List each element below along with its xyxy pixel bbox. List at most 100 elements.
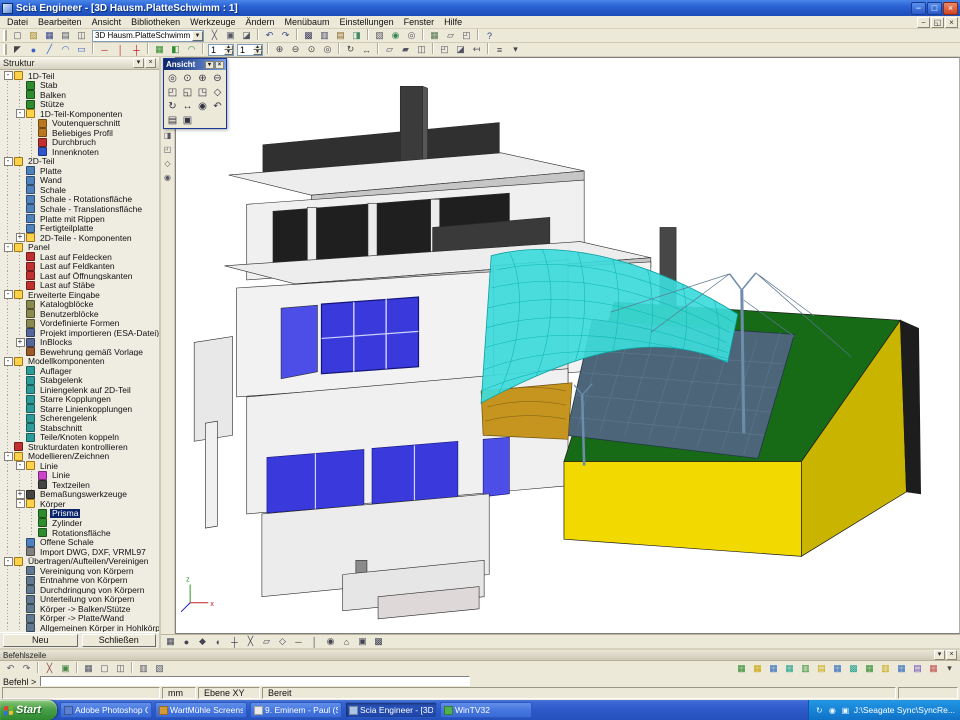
status-units[interactable]: mm	[162, 687, 196, 699]
close-icon[interactable]: ×	[145, 58, 156, 68]
menu-item[interactable]: Bibliotheken	[126, 17, 185, 27]
minimize-icon[interactable]: −	[911, 2, 926, 15]
plane-xz-icon[interactable]: ◇	[275, 635, 290, 648]
clip-box-icon[interactable]: ◰	[437, 43, 452, 56]
document-icon[interactable]: ▤	[333, 29, 348, 42]
tree-item[interactable]: Prisma	[2, 509, 159, 519]
result-grid-icon[interactable]: ▦	[862, 662, 877, 675]
chevron-down-icon[interactable]: ▼	[253, 50, 262, 55]
tree-item[interactable]: Starre Linienkopplungen	[2, 404, 159, 414]
axonometric-view-icon[interactable]: ◇	[210, 85, 225, 99]
tree-item[interactable]: -Erweiterte Eingabe	[2, 290, 159, 300]
line-tool-icon[interactable]: ╱	[42, 43, 57, 56]
tree-item[interactable]: +2D-Teile - Komponenten	[2, 233, 159, 243]
axo-view-icon[interactable]: ◇	[162, 157, 174, 169]
cut-icon[interactable]: ╳	[207, 29, 222, 42]
node-tool-icon[interactable]: ●	[26, 43, 41, 56]
tree-item[interactable]: Textzeilen	[2, 480, 159, 490]
tree-item[interactable]: Unterteilung von Körpern	[2, 594, 159, 604]
tree-item[interactable]: Katalogblöcke	[2, 299, 159, 309]
scale-stepper[interactable]: 1 ▲▼	[208, 44, 234, 56]
filter-icon[interactable]: ▥	[136, 662, 151, 675]
tree-item[interactable]: Last auf Feldecken	[2, 252, 159, 262]
view-top-icon[interactable]: ◰	[162, 143, 174, 155]
tree-item[interactable]: Vordefinierte Formen	[2, 318, 159, 328]
tree-item[interactable]: Stab	[2, 81, 159, 91]
tree-item[interactable]: Platte mit Rippen	[2, 214, 159, 224]
ortho-icon[interactable]: ┼	[227, 635, 242, 648]
project-selector[interactable]: 3D Hausm.PlatteSchwimm : 1 ▼	[92, 30, 204, 42]
view-front-icon[interactable]: ◱	[180, 85, 195, 99]
new-project-icon[interactable]: ▢	[10, 29, 25, 42]
gallery-icon[interactable]: ◨	[349, 29, 364, 42]
ucs-icon[interactable]: ⌂	[339, 635, 354, 648]
tree-item[interactable]: Stütze	[2, 100, 159, 110]
tree-item[interactable]: Zylinder	[2, 518, 159, 528]
invert-selection-icon[interactable]: ◫	[113, 662, 128, 675]
results-icon[interactable]: ▥	[317, 29, 332, 42]
menu-item[interactable]: Ansicht	[87, 17, 127, 27]
tree-item[interactable]: Schale - Translationsfläche	[2, 204, 159, 214]
zoom-out-icon[interactable]: ⊖	[288, 43, 303, 56]
collapse-icon[interactable]: -	[4, 243, 13, 252]
tree-item[interactable]: Balken	[2, 90, 159, 100]
collapse-icon[interactable]: -	[4, 452, 13, 461]
coords-icon[interactable]: ▣	[355, 635, 370, 648]
plate-tool-icon[interactable]: ▦	[152, 43, 167, 56]
view-side-icon[interactable]: ◳	[195, 85, 210, 99]
collapse-icon[interactable]: -	[4, 290, 13, 299]
collapse-icon[interactable]: -	[4, 357, 13, 366]
tree-item[interactable]: Offene Schale	[2, 537, 159, 547]
dot-grid-icon[interactable]: ▩	[371, 635, 386, 648]
cmd-ok-icon[interactable]: ▣	[58, 662, 73, 675]
network-icon[interactable]: ▣	[840, 705, 851, 716]
taskbar-task[interactable]: Adobe Photoshop CS3 E...	[60, 702, 152, 718]
camera-icon[interactable]: ◉	[162, 171, 174, 183]
result-grid-icon[interactable]: ▦	[830, 662, 845, 675]
result-grid-icon[interactable]: ▦	[782, 662, 797, 675]
expand-icon[interactable]: +	[16, 490, 25, 499]
chevron-down-icon[interactable]: ▼	[192, 31, 203, 41]
ansicht-palette[interactable]: Ansicht ▾ × ◎⊙⊕⊖◰◱◳◇↻↔◉↶▤▣	[163, 58, 227, 129]
close-icon[interactable]: ×	[215, 61, 224, 69]
menu-item[interactable]: Menübaum	[280, 17, 335, 27]
view-side-icon[interactable]: ◨	[162, 129, 174, 141]
tree-item[interactable]: Durchdringung von Körpern	[2, 585, 159, 595]
close-button[interactable]: Schließen	[82, 634, 157, 647]
status-plane[interactable]: Ebene XY	[198, 687, 260, 699]
paste-icon[interactable]: ◪	[239, 29, 254, 42]
tree-item[interactable]: Wand	[2, 176, 159, 186]
lock-view-icon[interactable]: ◉	[195, 99, 210, 113]
select-none-icon[interactable]: ▢	[97, 662, 112, 675]
layers-icon[interactable]: ▧	[152, 662, 167, 675]
tree-item[interactable]: -1D-Teil-Komponenten	[2, 109, 159, 119]
pan-view-icon[interactable]: ↔	[359, 43, 374, 56]
collapse-icon[interactable]: -	[4, 157, 13, 166]
close-icon[interactable]: ×	[946, 650, 957, 660]
tree-item[interactable]: -Modellkomponenten	[2, 356, 159, 366]
result-grid-icon[interactable]: ▤	[910, 662, 925, 675]
mdi-close-icon[interactable]: ×	[945, 17, 958, 28]
expand-icon[interactable]: +	[16, 233, 25, 242]
render-hidden-icon[interactable]: ◫	[414, 43, 429, 56]
result-grid-icon[interactable]: ▥	[878, 662, 893, 675]
snap-endpoint-icon[interactable]: ◆	[195, 635, 210, 648]
menu-item[interactable]: Einstellungen	[335, 17, 399, 27]
open-project-icon[interactable]: ▨	[26, 29, 41, 42]
sync-icon[interactable]: ↻	[814, 705, 825, 716]
rotate-view-icon[interactable]: ↻	[343, 43, 358, 56]
expand-icon[interactable]: +	[16, 338, 25, 347]
tree-item[interactable]: Allgemeinen Körper in Hohlkörper...	[2, 623, 159, 632]
tree-item[interactable]: Schale - Rotationsfläche	[2, 195, 159, 205]
tree-item[interactable]: Benutzerblöcke	[2, 309, 159, 319]
column-tool-icon[interactable]: │	[113, 43, 128, 56]
collapse-icon[interactable]: -	[4, 557, 13, 566]
menu-item[interactable]: Werkzeuge	[185, 17, 240, 27]
volume-icon[interactable]: ◉	[827, 705, 838, 716]
tree-item[interactable]: +Bemaßungswerkzeuge	[2, 490, 159, 500]
tree-item[interactable]: Fertigteilplatte	[2, 223, 159, 233]
solid-tool-icon[interactable]: ◧	[168, 43, 183, 56]
tree-item[interactable]: Innenknoten	[2, 147, 159, 157]
visibility-icon[interactable]: ◎	[404, 29, 419, 42]
viewport-canvas[interactable]: z x	[175, 57, 960, 634]
